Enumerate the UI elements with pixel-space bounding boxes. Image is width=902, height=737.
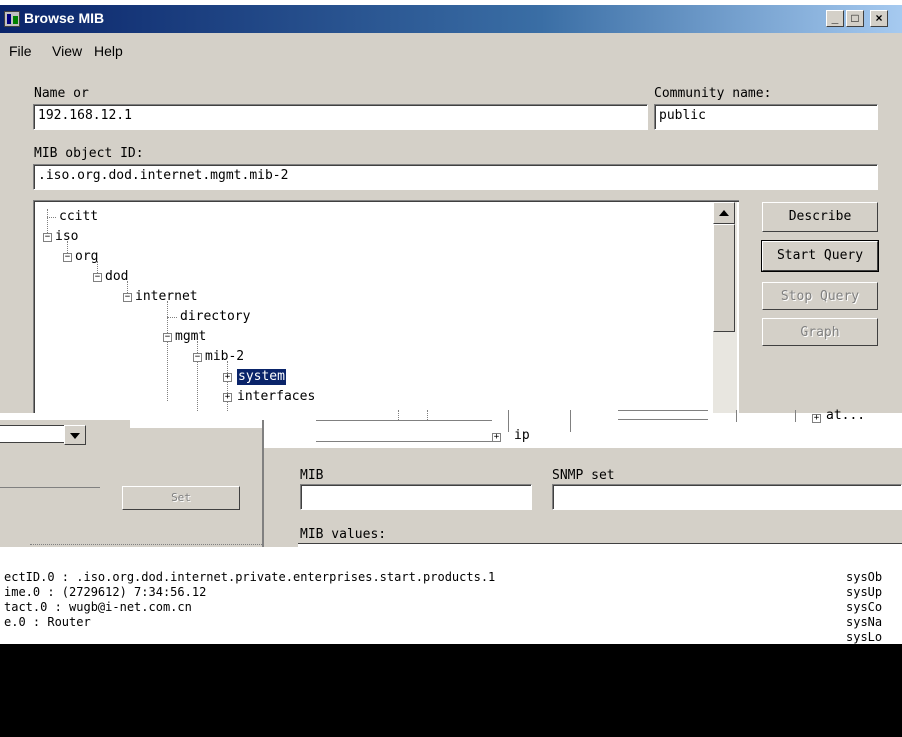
expand-system-icon[interactable]: + bbox=[223, 373, 232, 382]
community-label: Community name: bbox=[654, 86, 772, 101]
snmp-set-input[interactable] bbox=[552, 484, 902, 510]
mib-label: MIB bbox=[300, 468, 324, 483]
tree-scrollbar[interactable] bbox=[713, 202, 737, 413]
output-right-text: sysOb bbox=[846, 570, 883, 584]
mib-input[interactable] bbox=[300, 484, 532, 510]
tree-node-interfaces[interactable]: interfaces bbox=[237, 389, 315, 405]
window-title: Browse MIB bbox=[24, 10, 105, 26]
graph-button[interactable]: Graph bbox=[762, 318, 878, 346]
output-right-text: sysCo bbox=[846, 600, 883, 614]
oid-label: MIB object ID: bbox=[34, 146, 144, 161]
output-line: ime.0 : (2729612) 7:34:56.12 bbox=[4, 585, 207, 599]
maximize-icon: □ bbox=[851, 11, 859, 25]
menu-view[interactable]: View bbox=[52, 43, 82, 59]
tree-node-system[interactable]: system bbox=[237, 369, 286, 385]
app-icon bbox=[4, 11, 20, 27]
minimize-icon: _ bbox=[831, 11, 839, 25]
output-right-text: sysUp bbox=[846, 585, 883, 599]
tree-node-ccitt[interactable]: ccitt bbox=[59, 209, 98, 225]
maximize-button[interactable]: □ bbox=[846, 10, 864, 27]
tree-node-mgmt[interactable]: mgmt bbox=[175, 329, 206, 345]
tree-node-at[interactable]: at... bbox=[826, 408, 865, 424]
minimize-button[interactable]: _ bbox=[826, 10, 844, 27]
mib-tree[interactable]: − − − − − − + + ccitt iso org dod intern… bbox=[33, 200, 739, 413]
output-line: tact.0 : wugb@i-net.com.cn bbox=[4, 600, 192, 614]
collapse-org-icon[interactable]: − bbox=[63, 253, 72, 262]
blank-black-region bbox=[0, 644, 902, 737]
expand-at-icon[interactable]: + bbox=[812, 414, 821, 423]
tree-node-directory[interactable]: directory bbox=[180, 309, 250, 325]
scroll-up-button[interactable] bbox=[713, 202, 735, 224]
output-line: e.0 : Router bbox=[4, 615, 91, 629]
oid-input[interactable]: .iso.org.dod.internet.mgmt.mib-2 bbox=[33, 164, 878, 190]
expand-interfaces-icon[interactable]: + bbox=[223, 393, 232, 402]
describe-button[interactable]: Describe bbox=[762, 202, 878, 232]
close-button[interactable]: × bbox=[870, 10, 888, 27]
tree-node-ip[interactable]: ip bbox=[514, 428, 530, 444]
tree-node-org[interactable]: org bbox=[75, 249, 98, 265]
snmp-set-label: SNMP set bbox=[552, 468, 615, 483]
collapse-internet-icon[interactable]: − bbox=[123, 293, 132, 302]
community-input[interactable]: public bbox=[654, 104, 878, 130]
dropdown-button[interactable] bbox=[64, 425, 86, 445]
tree-node-internet[interactable]: internet bbox=[135, 289, 198, 305]
collapse-dod-icon[interactable]: − bbox=[93, 273, 102, 282]
tree-node-dod[interactable]: dod bbox=[105, 269, 128, 285]
set-button[interactable]: Set bbox=[122, 486, 240, 510]
title-bar[interactable] bbox=[0, 5, 902, 33]
collapse-iso-icon[interactable]: − bbox=[43, 233, 52, 242]
output-line: ectID.0 : .iso.org.dod.internet.private.… bbox=[4, 570, 496, 584]
arrow-up-icon bbox=[719, 210, 729, 216]
start-query-button[interactable]: Start Query bbox=[761, 240, 879, 272]
menu-file[interactable]: File bbox=[9, 43, 32, 59]
collapse-mib2-icon[interactable]: − bbox=[193, 353, 202, 362]
tree-node-mib-2[interactable]: mib-2 bbox=[205, 349, 244, 365]
collapse-mgmt-icon[interactable]: − bbox=[163, 333, 172, 342]
tree-node-iso[interactable]: iso bbox=[55, 229, 78, 245]
menu-bar: File View Help bbox=[0, 33, 902, 61]
mib-values-label: MIB values: bbox=[300, 527, 387, 542]
chevron-down-icon bbox=[70, 433, 80, 439]
name-label: Name or bbox=[34, 86, 89, 101]
expand-ip-icon[interactable]: + bbox=[492, 433, 501, 442]
close-icon: × bbox=[875, 11, 883, 25]
stop-query-button[interactable]: Stop Query bbox=[762, 282, 878, 310]
scroll-thumb[interactable] bbox=[713, 224, 735, 332]
menu-help[interactable]: Help bbox=[94, 43, 123, 59]
output-right-text: sysNa bbox=[846, 615, 883, 629]
mib-values-output[interactable]: ectID.0 : .iso.org.dod.internet.private.… bbox=[0, 547, 902, 644]
name-input[interactable]: 192.168.12.1 bbox=[33, 104, 648, 130]
output-right-text: sysLo bbox=[846, 630, 883, 644]
